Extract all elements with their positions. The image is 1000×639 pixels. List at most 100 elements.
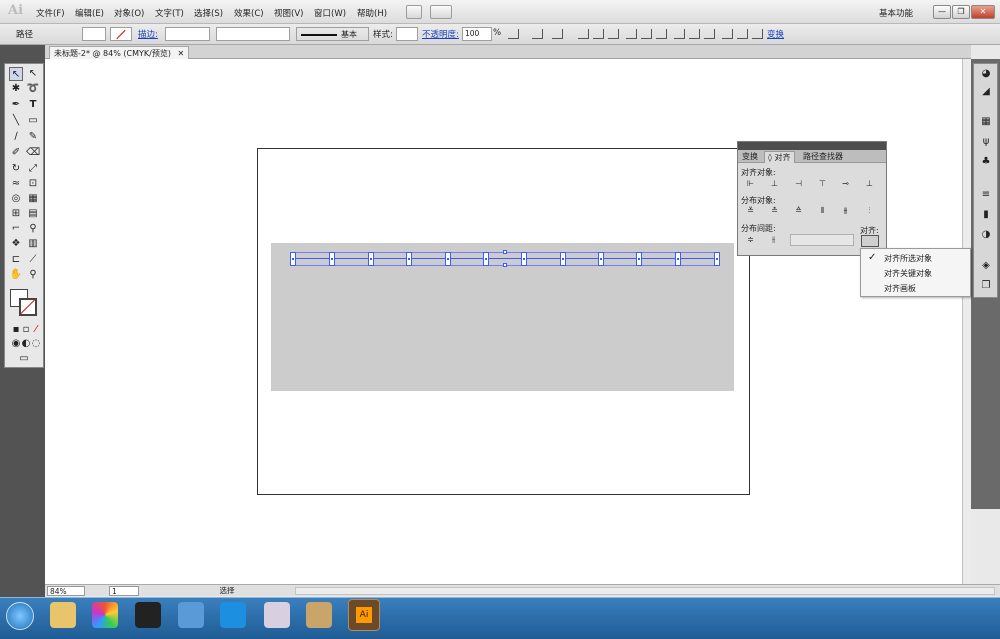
cloud-app-icon[interactable]	[220, 602, 246, 628]
align-panel-header[interactable]	[738, 142, 886, 150]
selected-object[interactable]	[406, 252, 412, 266]
distribute-left-icon[interactable]: ⫴	[817, 206, 828, 216]
distribute-top-icon[interactable]: ≚	[745, 206, 756, 216]
artboard-navigation[interactable]: 1	[109, 586, 139, 596]
selection-tool-icon[interactable]: ↖	[9, 67, 23, 81]
symbol-sprayer-tool-icon[interactable]: ❖	[9, 237, 23, 251]
eraser-tool-icon[interactable]: ⌫	[26, 146, 40, 160]
align-bottom-icon[interactable]: ⊥	[864, 179, 875, 189]
bounding-box-handle[interactable]	[503, 263, 507, 267]
selected-object[interactable]	[521, 252, 527, 266]
mesh-tool-icon[interactable]: ⊞	[9, 207, 23, 221]
bridge-button[interactable]	[406, 5, 422, 19]
selected-object[interactable]	[560, 252, 566, 266]
align-hcenter-icon[interactable]: ⊥	[769, 179, 780, 189]
close-tab-icon[interactable]: ✕	[178, 49, 185, 58]
selected-object[interactable]	[636, 252, 642, 266]
variable-width-dropdown[interactable]	[216, 27, 290, 41]
selected-object[interactable]	[445, 252, 451, 266]
horizontal-distribute-space-icon[interactable]: ⫲	[768, 235, 779, 245]
align-center-icon[interactable]	[593, 29, 604, 39]
menu-edit[interactable]: 编辑(E)	[75, 7, 104, 19]
selected-object[interactable]	[329, 252, 335, 266]
dropdown-item-selection[interactable]: 对齐所选对象	[884, 253, 932, 264]
brush-definition-dropdown[interactable]: 基本	[296, 27, 369, 41]
none-mode-icon[interactable]: ⁄	[29, 323, 43, 337]
align-vcenter-icon[interactable]: ⊸	[840, 179, 851, 189]
layers-panel-icon[interactable]: ❐	[979, 280, 993, 292]
workspace-switcher[interactable]: 基本功能	[879, 7, 913, 19]
start-button[interactable]	[6, 602, 34, 630]
color-app-icon[interactable]	[92, 602, 118, 628]
transparency-panel-icon[interactable]: ◑	[979, 229, 993, 241]
arrange-documents-button[interactable]	[430, 5, 452, 19]
recolor-artwork-icon[interactable]	[508, 29, 519, 39]
bounding-box-handle[interactable]	[503, 250, 507, 254]
illustrator-taskbar-icon[interactable]: Ai	[348, 599, 380, 631]
shape-builder-tool-icon[interactable]: ◎	[9, 192, 23, 206]
align-left-icon[interactable]	[578, 29, 589, 39]
menu-object[interactable]: 对象(O)	[114, 7, 144, 19]
opacity-link[interactable]: 不透明度:	[422, 28, 459, 40]
blend-tool-icon[interactable]: ⚲	[26, 222, 40, 236]
menu-window[interactable]: 窗口(W)	[314, 7, 346, 19]
graphic-style-dropdown[interactable]	[396, 27, 418, 41]
menu-file[interactable]: 文件(F)	[36, 7, 65, 19]
graph-tool-icon[interactable]: ▥	[26, 237, 40, 251]
rotate-tool-icon[interactable]: ↻	[9, 162, 23, 176]
stroke-color-swatch[interactable]	[19, 298, 37, 316]
dropdown-item-artboard[interactable]: 对齐画板	[884, 283, 916, 294]
distribute-top-icon[interactable]	[674, 29, 685, 39]
pencil-tool-icon[interactable]: ✎	[26, 130, 40, 144]
swatches-panel-icon[interactable]: ▦	[979, 116, 993, 128]
eyedropper-tool-icon[interactable]: ⌐	[9, 222, 23, 236]
distribute-hcenter-icon[interactable]: ⫵	[840, 206, 851, 216]
scissors-app-icon[interactable]	[264, 602, 290, 628]
zoom-tool-icon[interactable]: ⚲	[26, 268, 40, 282]
distribute-left-icon[interactable]	[722, 29, 733, 39]
align-to-icon[interactable]	[552, 29, 563, 39]
stroke-panel-icon[interactable]: ≡	[979, 189, 993, 201]
rectangle-tool-icon[interactable]: ▭	[26, 114, 40, 128]
explorer-icon[interactable]	[50, 602, 76, 628]
distribute-center-icon[interactable]	[737, 29, 748, 39]
type-tool-icon[interactable]: T	[26, 98, 40, 112]
magic-wand-tool-icon[interactable]: ✱	[9, 82, 23, 96]
selected-object[interactable]	[598, 252, 604, 266]
gradient-panel-icon[interactable]: ▮	[979, 209, 993, 221]
align-to-button[interactable]	[861, 235, 879, 247]
tab-align[interactable]: ◊ 对齐	[764, 151, 795, 163]
align-top-icon[interactable]	[626, 29, 637, 39]
paint-app-icon[interactable]	[306, 602, 332, 628]
minimize-button[interactable]: —	[933, 5, 951, 19]
color-guide-icon[interactable]: ◢	[979, 86, 993, 98]
align-right-icon[interactable]	[608, 29, 619, 39]
selected-object[interactable]	[290, 252, 296, 266]
vertical-scrollbar[interactable]	[962, 59, 971, 584]
maximize-button[interactable]: ❐	[952, 5, 970, 19]
spacing-input[interactable]	[790, 234, 854, 246]
transform-link[interactable]: 变换	[767, 28, 784, 40]
distribute-bottom-icon[interactable]	[704, 29, 715, 39]
warp-tool-icon[interactable]: ≈	[9, 177, 23, 191]
stroke-swatch[interactable]	[110, 27, 132, 41]
slice-tool-icon[interactable]: ⟋	[26, 253, 40, 267]
bird-app-icon[interactable]	[178, 602, 204, 628]
paintbrush-tool-icon[interactable]: ∕	[9, 130, 23, 144]
menu-view[interactable]: 视图(V)	[274, 7, 303, 19]
align-top-icon[interactable]: ⊤	[817, 179, 828, 189]
opacity-input[interactable]: 100	[462, 27, 492, 41]
wifi-app-icon[interactable]	[135, 602, 161, 628]
selected-object[interactable]	[483, 252, 489, 266]
distribute-middle-icon[interactable]	[689, 29, 700, 39]
selected-object[interactable]	[714, 252, 720, 266]
align-bottom-icon[interactable]	[656, 29, 667, 39]
menu-effect[interactable]: 效果(C)	[234, 7, 264, 19]
draw-inside-icon[interactable]: ◌	[29, 337, 43, 351]
stroke-link[interactable]: 描边:	[138, 28, 158, 40]
symbols-panel-icon[interactable]: ♣	[979, 156, 993, 168]
appearance-panel-icon[interactable]: ◈	[979, 260, 993, 272]
zoom-dropdown[interactable]: 84%	[47, 586, 85, 596]
close-button[interactable]: ✕	[971, 5, 995, 19]
align-left-icon[interactable]: ⊩	[745, 179, 756, 189]
